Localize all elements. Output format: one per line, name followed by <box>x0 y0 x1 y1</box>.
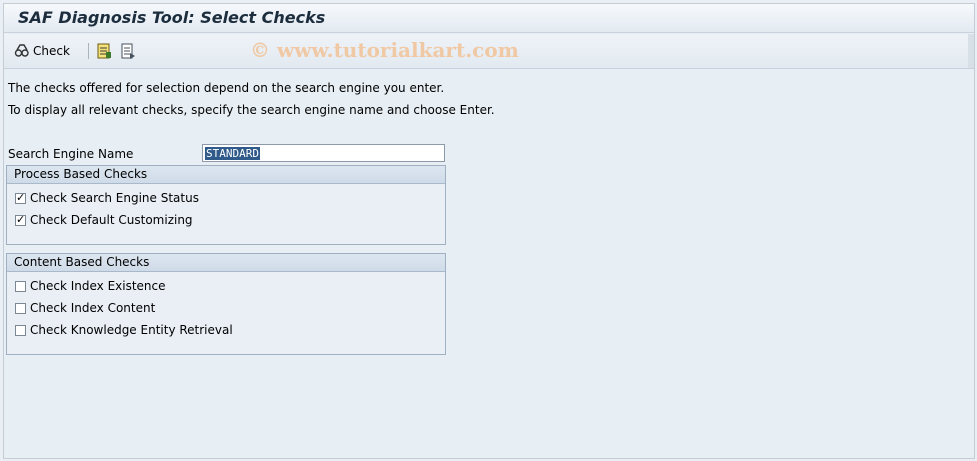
info-text-line-1: The checks offered for selection depend … <box>8 81 445 95</box>
checkbox-row-default-customizing[interactable]: Check Default Customizing <box>15 213 193 227</box>
content-based-checks-group: Content Based Checks Check Index Existen… <box>6 253 446 355</box>
save-variant-button[interactable] <box>120 41 136 61</box>
toolbar-scroll-edge <box>968 34 974 68</box>
check-button[interactable]: Check <box>14 41 70 61</box>
checkbox-row-index-existence[interactable]: Check Index Existence <box>15 279 166 293</box>
checkbox-knowledge-entity-retrieval[interactable] <box>15 324 26 336</box>
search-engine-input[interactable]: STANDARD <box>202 144 445 162</box>
checkbox-index-content[interactable] <box>15 302 26 314</box>
toolbar-separator <box>88 43 89 59</box>
variant-icon <box>97 43 111 59</box>
checkbox-label: Check Search Engine Status <box>30 191 199 205</box>
content-based-checks-title: Content Based Checks <box>7 254 445 272</box>
checkbox-default-customizing[interactable] <box>15 213 26 226</box>
title-bar: SAF Diagnosis Tool: Select Checks <box>4 4 974 33</box>
application-toolbar: Check © www.tutorialkart.com <box>4 34 974 69</box>
info-text-line-2: To display all relevant checks, specify … <box>8 103 495 117</box>
get-variant-button[interactable] <box>96 41 112 61</box>
check-button-label: Check <box>33 44 70 58</box>
search-engine-value: STANDARD <box>205 147 260 160</box>
check-execute-icon <box>14 44 29 57</box>
process-based-checks-group: Process Based Checks Check Search Engine… <box>6 165 446 245</box>
checkbox-label: Check Knowledge Entity Retrieval <box>30 323 233 337</box>
checkbox-label: Check Index Existence <box>30 279 166 293</box>
checkbox-row-search-engine-status[interactable]: Check Search Engine Status <box>15 191 199 205</box>
process-based-checks-title: Process Based Checks <box>7 166 445 184</box>
checkbox-label: Check Default Customizing <box>30 213 193 227</box>
checkbox-row-knowledge-entity-retrieval[interactable]: Check Knowledge Entity Retrieval <box>15 323 233 337</box>
search-engine-label: Search Engine Name <box>8 147 134 161</box>
checkbox-index-existence[interactable] <box>15 280 26 292</box>
save-variant-icon <box>121 43 135 59</box>
watermark: © www.tutorialkart.com <box>250 38 519 62</box>
page-title: SAF Diagnosis Tool: Select Checks <box>18 8 326 27</box>
checkbox-row-index-content[interactable]: Check Index Content <box>15 301 155 315</box>
checkbox-search-engine-status[interactable] <box>15 191 26 204</box>
checkbox-label: Check Index Content <box>30 301 156 315</box>
